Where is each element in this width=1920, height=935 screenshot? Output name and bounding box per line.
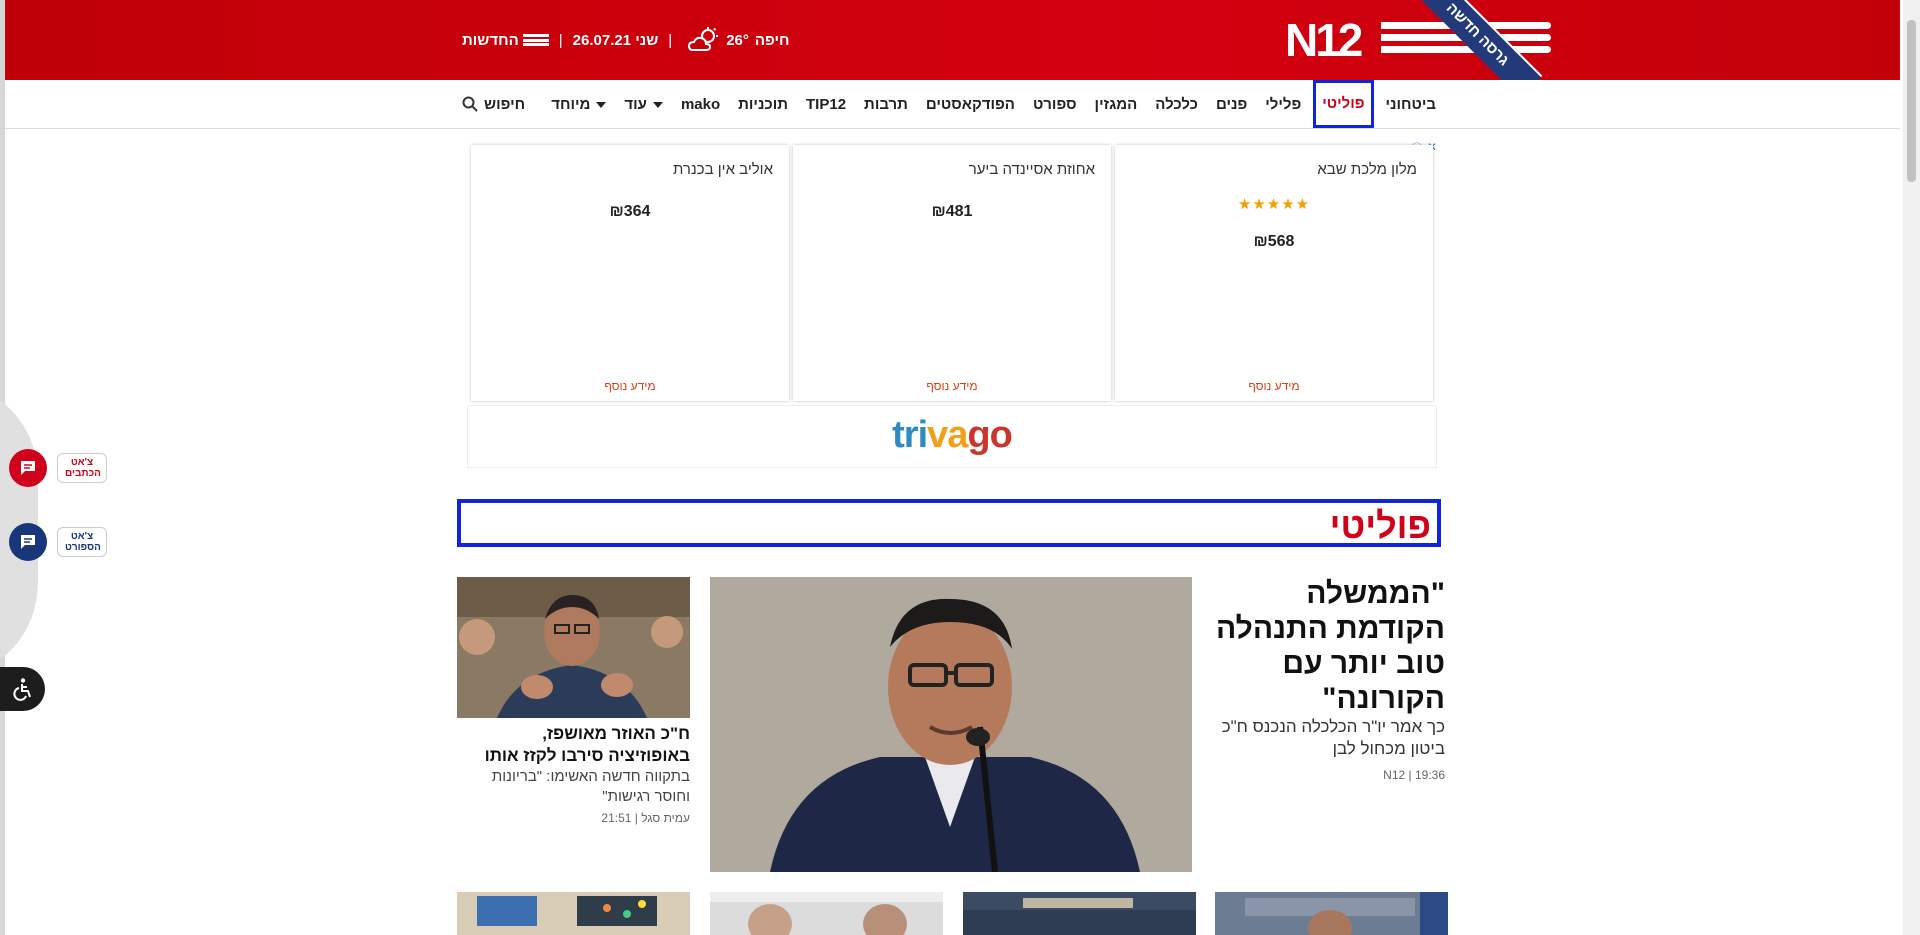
- nav-item-security[interactable]: ביטחוני: [1377, 81, 1445, 127]
- chat-writers[interactable]: צ'אט הכתבים: [9, 449, 107, 487]
- government-office-photo: [1215, 892, 1448, 935]
- main-article-title[interactable]: "הממשלה הקודמת התנהלה טוב יותר עם הקורונ…: [1215, 576, 1445, 716]
- nav-items: ביטחוני פוליטי פלילי פנים כלכלה המגזין ס…: [542, 80, 1445, 128]
- ad-card-title: מלון מלכת שבא: [1317, 161, 1417, 178]
- trivago-ad[interactable]: ⓘ ✕ מלון מלכת שבא ★★★★★ ₪568 מידע נוסף א…: [467, 140, 1437, 468]
- article-thumbnail[interactable]: [1215, 892, 1448, 935]
- ad-card-more-link[interactable]: מידע נוסף: [1115, 379, 1433, 393]
- article-thumbnail[interactable]: [963, 892, 1196, 935]
- trivago-logo-box[interactable]: trivago: [467, 405, 1437, 468]
- header-info: החדשות | שני 26.07.21 | 26° חיפה: [462, 22, 790, 58]
- nav-item-more-label: עוד: [624, 96, 647, 113]
- date-text: שני 26.07.21: [572, 31, 659, 49]
- knesset-plenum-photo: [963, 892, 1196, 935]
- nav-item-programs[interactable]: תוכניות: [729, 81, 797, 127]
- ad-cards: מלון מלכת שבא ★★★★★ ₪568 מידע נוסף אחוזת…: [471, 145, 1433, 401]
- ad-card-hotel[interactable]: אוליב אין בכנרת ₪364 מידע נוסף: [471, 145, 789, 401]
- ad-card-price: ₪481: [931, 203, 973, 220]
- main-article-image[interactable]: [710, 577, 1192, 872]
- chat-sports[interactable]: צ'אט הספורט: [9, 523, 107, 561]
- nav-item-special[interactable]: מיוחד: [542, 81, 615, 127]
- nav-item-magazine[interactable]: המגזין: [1086, 81, 1147, 127]
- mk-photo: [457, 577, 690, 718]
- page-scrollbar[interactable]: [1903, 0, 1920, 935]
- nav-item-economy[interactable]: כלכלה: [1146, 81, 1207, 127]
- chat-bubble-icon: [21, 535, 35, 549]
- accessibility-button[interactable]: [0, 667, 45, 711]
- partly-cloudy-icon: [688, 27, 719, 51]
- chat-bubble-icon: [21, 461, 35, 475]
- separator: |: [668, 31, 673, 49]
- section-title: פוליטי: [1329, 505, 1431, 546]
- section-header: פוליטי: [457, 499, 1441, 547]
- scrollbar-thumb[interactable]: [1907, 20, 1916, 182]
- accessibility-icon: [12, 678, 31, 701]
- side-article-subtitle[interactable]: בתקווה חדשה האשימו: "בריונות וחוסר רגישו…: [457, 767, 690, 807]
- search-icon: [462, 96, 478, 112]
- ad-card-hotel[interactable]: מלון מלכת שבא ★★★★★ ₪568 מידע נוסף: [1115, 145, 1433, 401]
- top-header-bar: החדשות | שני 26.07.21 | 26° חיפה N12 גרס…: [5, 0, 1900, 99]
- search-button[interactable]: חיפוש: [462, 80, 525, 128]
- article-thumbnail[interactable]: [457, 892, 690, 935]
- side-article-meta: עמית סגל | 21:51: [601, 811, 690, 825]
- main-article-subtitle[interactable]: כך אמר יו"ר הכלכלה הנכנס ח"כ ביטון מכחול…: [1215, 716, 1445, 760]
- ad-card-title: אוליב אין בכנרת: [673, 161, 773, 178]
- article-thumbnail[interactable]: [710, 892, 943, 935]
- chat-writers-button[interactable]: [9, 449, 47, 487]
- news-menu-label: החדשות: [462, 31, 519, 49]
- news-menu-link[interactable]: החדשות: [462, 32, 549, 49]
- chat-sports-label[interactable]: צ'אט הספורט: [57, 527, 107, 557]
- speaker-photo: [710, 577, 1192, 872]
- chevron-down-icon: [596, 102, 607, 109]
- chat-writers-label[interactable]: צ'אט הכתבים: [57, 453, 107, 483]
- side-article-image[interactable]: [457, 577, 690, 718]
- nav-item-culture[interactable]: תרבות: [855, 81, 917, 127]
- ad-card-title: אחוזת אסיינדה ביער: [968, 161, 1095, 178]
- two-politicians-photo: [710, 892, 943, 935]
- nav-item-mako[interactable]: mako: [672, 81, 729, 127]
- separator: |: [558, 31, 563, 49]
- nav-item-domestic[interactable]: פנים: [1207, 81, 1256, 127]
- nav-item-special-label: מיוחד: [551, 96, 591, 113]
- ad-card-hotel[interactable]: אחוזת אסיינדה ביער ₪481 מידע נוסף: [793, 145, 1111, 401]
- rating-stars: ★★★★★: [1237, 196, 1311, 213]
- nav-item-politics[interactable]: פוליטי: [1313, 80, 1374, 128]
- ad-card-price: ₪364: [609, 203, 651, 220]
- temperature: 26°: [726, 31, 749, 49]
- main-article-meta: 19:36 | N12: [1383, 768, 1445, 782]
- main-nav: ביטחוני פוליטי פלילי פנים כלכלה המגזין ס…: [5, 80, 1900, 129]
- side-article-title[interactable]: ח"כ האוזר מאושפז, באופוזיציה סירבו לקזז …: [457, 723, 690, 767]
- nav-item-podcasts[interactable]: הפודקאסטים: [917, 81, 1024, 127]
- nav-item-criminal[interactable]: פלילי: [1256, 81, 1310, 127]
- classroom-photo: [457, 892, 690, 935]
- chevron-down-icon: [652, 102, 663, 109]
- chat-sports-button[interactable]: [9, 523, 47, 561]
- nav-item-tip12[interactable]: TIP12: [797, 81, 855, 127]
- ad-card-more-link[interactable]: מידע נוסף: [471, 379, 789, 393]
- menu-icon: [522, 34, 549, 46]
- city-name: חיפה: [754, 31, 790, 49]
- search-label: חיפוש: [484, 95, 526, 113]
- ad-card-price: ₪568: [1253, 233, 1295, 250]
- nav-item-sport[interactable]: ספורט: [1024, 81, 1086, 127]
- ad-card-more-link[interactable]: מידע נוסף: [793, 379, 1111, 393]
- nav-item-more[interactable]: עוד: [615, 81, 672, 127]
- trivago-logo: trivago: [892, 414, 1013, 456]
